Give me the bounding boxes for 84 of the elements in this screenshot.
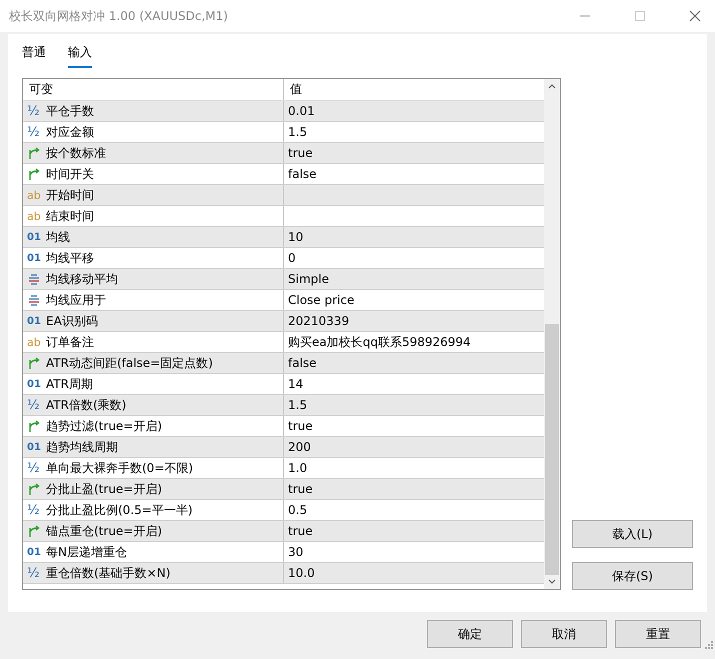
resize-grip-icon[interactable]	[704, 640, 713, 649]
parameter-name: 趋势过滤(true=开启)	[46, 418, 162, 434]
parameter-value: true	[288, 524, 313, 538]
parameter-name: 均线移动平均	[46, 270, 118, 288]
list-icon	[27, 272, 41, 286]
tab[interactable]: 普通	[22, 40, 46, 68]
type-icon: ab	[27, 336, 41, 348]
parameter-name: ATR动态间距(false=固定点数)	[46, 354, 213, 372]
side-button[interactable]: 载入(L)	[572, 520, 693, 548]
type-icon: 01	[27, 232, 41, 242]
parameter-value: true	[288, 146, 313, 160]
branch-arrow-icon	[27, 167, 41, 181]
type-icon: 01	[27, 252, 41, 264]
parameter-name: 按个数标准	[46, 144, 106, 162]
type-icon: 01	[27, 316, 41, 326]
parameter-name: 平仓手数	[46, 102, 94, 120]
type-icon: 01	[27, 442, 41, 452]
parameter-name: ATR倍数(乘数)	[46, 396, 126, 414]
parameter-value: 1.5	[288, 125, 308, 139]
branch-arrow-icon	[27, 146, 41, 160]
parameter-value: 10	[288, 230, 304, 244]
parameter-value: 购买ea加校长qq联系598926994	[288, 334, 471, 350]
dialog-button[interactable]: 取消	[521, 620, 607, 648]
parameter-name: 重仓倍数(基础手数×N)	[46, 564, 170, 582]
parameter-name: 对应金额	[46, 124, 94, 140]
parameter-name: ATR周期	[46, 376, 93, 392]
scrollbar[interactable]	[544, 79, 560, 589]
parameter-value: Simple	[288, 272, 329, 286]
parameter-value: 200	[288, 440, 311, 454]
parameter-name: 结束时间	[46, 208, 94, 224]
branch-arrow-icon	[27, 482, 41, 496]
parameter-name: 趋势均线周期	[46, 438, 118, 456]
maximize-icon[interactable]	[634, 10, 646, 22]
scrollbar-thumb[interactable]	[545, 324, 559, 575]
window-title: 校长双向网格对冲 1.00 (XAUUSDc,M1)	[9, 8, 228, 24]
parameter-name: 均线	[46, 228, 70, 246]
parameter-value: 14	[288, 377, 304, 391]
parameter-value: 10.0	[288, 566, 315, 580]
parameter-value: true	[288, 419, 313, 433]
parameter-value: false	[288, 356, 317, 370]
parameter-name: 均线平移	[46, 250, 94, 266]
branch-arrow-icon	[27, 356, 41, 370]
type-icon: ½	[27, 566, 41, 580]
parameter-value: 20210339	[288, 314, 350, 328]
parameter-name: 分批止盈比例(0.5=平一半)	[46, 502, 193, 518]
type-icon: ½	[27, 460, 41, 476]
scroll-down-icon[interactable]	[548, 579, 556, 585]
branch-arrow-icon	[27, 419, 41, 433]
column-header: 值	[289, 81, 303, 98]
parameter-name: 时间开关	[46, 166, 94, 182]
type-icon: ½	[27, 104, 41, 118]
column-header: 可变	[23, 79, 284, 100]
parameter-name: 开始时间	[46, 186, 94, 204]
close-icon[interactable]	[689, 10, 701, 22]
list-icon	[27, 293, 41, 307]
parameter-name: 订单备注	[46, 334, 94, 350]
type-icon: ab	[27, 188, 41, 202]
side-button[interactable]: 保存(S)	[572, 562, 693, 590]
type-icon: 01	[27, 378, 41, 390]
parameter-value: 0.01	[288, 104, 315, 118]
parameter-name: 锚点重仓(true=开启)	[46, 522, 162, 540]
parameter-name: 均线应用于	[46, 292, 106, 308]
parameter-value: 1.5	[288, 398, 308, 412]
type-icon: ½	[27, 502, 41, 518]
parameter-value: false	[288, 167, 317, 181]
parameter-name: 分批止盈(true=开启)	[46, 480, 162, 498]
dialog-button[interactable]: 确定	[427, 620, 513, 648]
branch-arrow-icon	[27, 524, 41, 538]
parameter-value: 0.5	[288, 503, 308, 517]
type-icon: 01	[27, 546, 41, 558]
type-icon: ½	[27, 398, 41, 412]
parameter-name: 每N层递增重仓	[46, 544, 127, 560]
parameter-value: true	[288, 482, 313, 496]
parameter-name: 单向最大裸奔手数(0=不限)	[46, 460, 194, 476]
parameter-value: Close price	[288, 293, 354, 307]
scroll-up-icon[interactable]	[548, 83, 556, 89]
parameter-value: 1.0	[288, 461, 308, 475]
dialog-button[interactable]: 重置	[615, 620, 701, 648]
type-icon: ½	[27, 124, 41, 140]
parameter-value: 0	[288, 251, 296, 265]
type-icon: ab	[27, 210, 41, 222]
parameter-value: 30	[288, 545, 304, 559]
tab[interactable]: 输入	[68, 40, 92, 68]
parameter-name: EA识别码	[46, 312, 98, 330]
